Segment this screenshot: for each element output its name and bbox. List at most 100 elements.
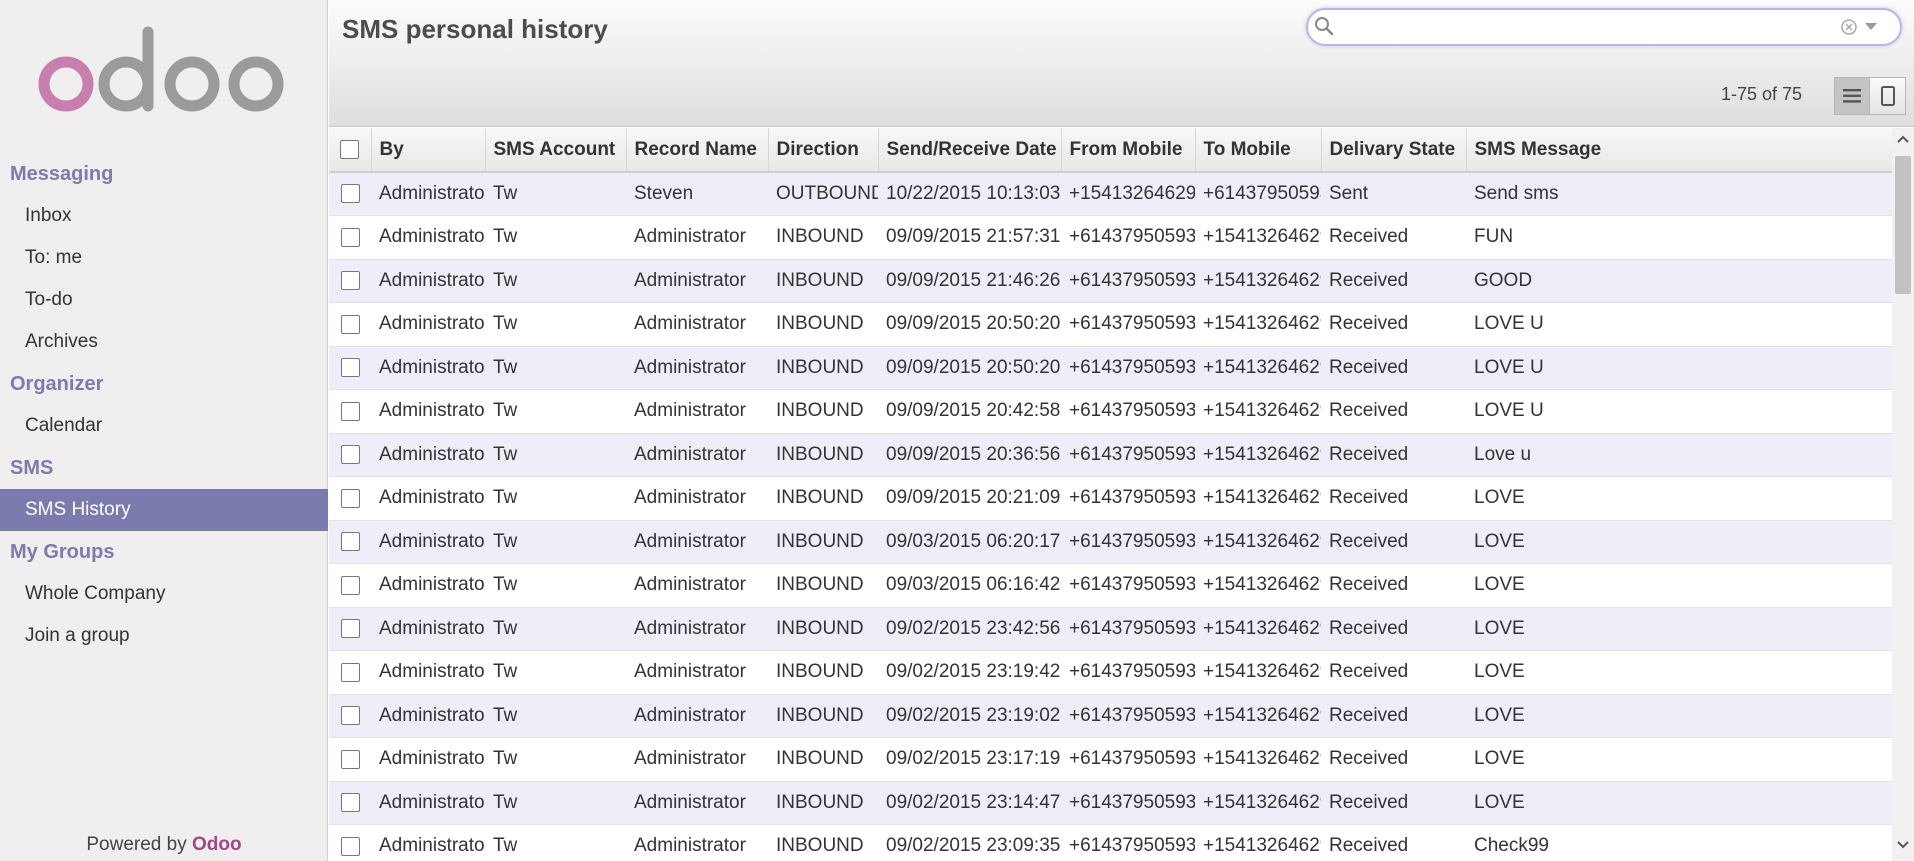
table-row[interactable]: Administrator Tw Administrator INBOUND 09/02… (329, 650, 1892, 695)
row-checkbox[interactable] (340, 314, 360, 334)
menu-section-sms: SMS (10, 457, 54, 479)
cell-record-name: Administrator (626, 824, 768, 861)
scrollbar-thumb[interactable] (1895, 156, 1911, 294)
sidebar-item-sms-history[interactable]: SMS History (0, 489, 328, 531)
cell-direction: INBOUND (768, 737, 878, 782)
row-checkbox[interactable] (340, 227, 360, 247)
table-row[interactable]: Administrator Tw Administrator INBOUND 09/09… (329, 215, 1892, 260)
cell-from-mobile: +61437950593 (1061, 694, 1195, 738)
cell-record-name: Administrator (626, 389, 768, 434)
sidebar-item-to-do[interactable]: To-do (0, 279, 328, 321)
pager-value[interactable]: 1-75 of 75 (1721, 84, 1802, 105)
row-checkbox[interactable] (340, 662, 360, 682)
row-checkbox[interactable] (340, 445, 360, 465)
sidebar-item-archives[interactable]: Archives (0, 321, 328, 363)
sidebar-item-to-me[interactable]: To: me (0, 237, 328, 279)
select-all-cell (329, 128, 371, 173)
row-checkbox[interactable] (340, 575, 360, 595)
cell-record-name: Administrator (626, 520, 768, 564)
sidebar-item-inbox[interactable]: Inbox (0, 195, 328, 237)
sidebar-item-whole-company[interactable]: Whole Company (0, 573, 328, 615)
cell-record-name: Administrator (626, 694, 768, 738)
row-checkbox[interactable] (340, 358, 360, 378)
search-dropdown-icon[interactable] (1865, 23, 1877, 31)
form-view-button[interactable] (1870, 77, 1906, 115)
cell-direction: INBOUND (768, 824, 878, 861)
column-header-record-name[interactable]: Record Name (625, 128, 768, 173)
cell-by: Administrator (371, 694, 485, 738)
row-select-cell (329, 650, 371, 695)
scroll-up-arrow-icon[interactable] (1896, 134, 1910, 144)
column-header-delivery-state[interactable]: Delivary State (1320, 128, 1466, 173)
cell-record-name: Administrator (626, 302, 768, 347)
cell-sms-message: LOVE (1466, 563, 1892, 608)
select-all-checkbox[interactable] (340, 139, 360, 159)
cell-record-name: Administrator (626, 259, 768, 303)
column-header-sms-account[interactable]: SMS Account (484, 128, 626, 173)
cell-record-name: Administrator (626, 346, 768, 390)
row-checkbox[interactable] (340, 488, 360, 508)
table-row[interactable]: Administrator Tw Administrator INBOUND 09/02… (329, 824, 1892, 861)
cell-delivery-state: Received (1321, 520, 1466, 564)
cell-by: Administrator (371, 259, 485, 303)
search-box[interactable] (1306, 8, 1902, 46)
cell-by: Administrator (371, 346, 485, 390)
column-header-send-receive-date[interactable]: Send/Receive Date (877, 128, 1061, 173)
cell-sms-message: LOVE (1466, 694, 1892, 738)
cell-record-name: Administrator (626, 563, 768, 608)
cell-to-mobile: +15413264629 (1195, 737, 1321, 782)
cell-sms-message: LOVE (1466, 476, 1892, 521)
column-header-direction[interactable]: Direction (767, 128, 878, 173)
column-header-from-mobile[interactable]: From Mobile (1060, 128, 1195, 173)
table-row[interactable]: Administrator Tw Administrator INBOUND 09/03… (329, 563, 1892, 608)
cell-sms-account: Tw (485, 607, 626, 651)
row-select-cell (329, 607, 371, 651)
table-row[interactable]: Administrator Tw Administrator INBOUND 09/09… (329, 302, 1892, 347)
table-row[interactable]: Administrator Tw Administrator INBOUND 09/02… (329, 694, 1892, 738)
row-checkbox[interactable] (340, 401, 360, 421)
cell-send-receive-date: 09/03/2015 06:16:42 (878, 563, 1061, 608)
sidebar-item-join-a-group[interactable]: Join a group (0, 615, 328, 657)
cell-sms-message: GOOD (1466, 259, 1892, 303)
scroll-down-arrow-icon[interactable] (1896, 840, 1910, 850)
cell-direction: INBOUND (768, 650, 878, 695)
row-checkbox[interactable] (340, 749, 360, 769)
table-row[interactable]: Administrator Tw Administrator INBOUND 09/02… (329, 737, 1892, 782)
cell-to-mobile: +15413264629 (1195, 302, 1321, 347)
vertical-scrollbar[interactable] (1892, 128, 1914, 861)
odoo-logo[interactable]: odoo (36, 26, 288, 116)
table-row[interactable]: Administrator Tw Administrator INBOUND 09/02… (329, 781, 1892, 825)
cell-record-name: Administrator (626, 781, 768, 825)
cell-delivery-state: Received (1321, 607, 1466, 651)
search-input[interactable] (1338, 14, 1818, 40)
row-checkbox[interactable] (340, 619, 360, 639)
cell-delivery-state: Received (1321, 694, 1466, 738)
cell-sms-account: Tw (485, 172, 626, 216)
row-checkbox[interactable] (340, 184, 360, 204)
cell-send-receive-date: 09/02/2015 23:19:02 (878, 694, 1061, 738)
list-view-button[interactable] (1834, 77, 1870, 115)
table-row[interactable]: Administrator Tw Administrator INBOUND 09/09… (329, 433, 1892, 477)
row-checkbox[interactable] (340, 793, 360, 813)
table-row[interactable]: Administrator Tw Administrator INBOUND 09/02… (329, 607, 1892, 651)
sidebar: odoo Messaging InboxTo: meTo-doArchives Or… (0, 0, 328, 861)
row-checkbox[interactable] (340, 836, 360, 856)
sidebar-item-calendar[interactable]: Calendar (0, 405, 328, 447)
table-row[interactable]: Administrator Tw Administrator INBOUND 09/09… (329, 259, 1892, 303)
column-header-by[interactable]: By (370, 128, 485, 173)
cell-from-mobile: +61437950593 (1061, 302, 1195, 347)
row-select-cell (329, 346, 371, 390)
row-checkbox[interactable] (340, 271, 360, 291)
table-row[interactable]: Administrator Tw Steven OUTBOUND 10/22/2015 … (329, 172, 1892, 216)
table-body: Administrator Tw Steven OUTBOUND 10/22/2015 … (329, 172, 1892, 861)
column-header-to-mobile[interactable]: To Mobile (1194, 128, 1321, 173)
column-header-sms-message[interactable]: SMS Message (1465, 128, 1892, 173)
table-row[interactable]: Administrator Tw Administrator INBOUND 09/09… (329, 389, 1892, 434)
clear-search-icon[interactable] (1841, 19, 1857, 35)
table-row[interactable]: Administrator Tw Administrator INBOUND 09/09… (329, 346, 1892, 390)
table-row[interactable]: Administrator Tw Administrator INBOUND 09/09… (329, 476, 1892, 521)
row-checkbox[interactable] (340, 532, 360, 552)
table-row[interactable]: Administrator Tw Administrator INBOUND 09/03… (329, 520, 1892, 564)
row-checkbox[interactable] (340, 706, 360, 726)
powered-by-brand-link[interactable]: Odoo (192, 834, 242, 855)
